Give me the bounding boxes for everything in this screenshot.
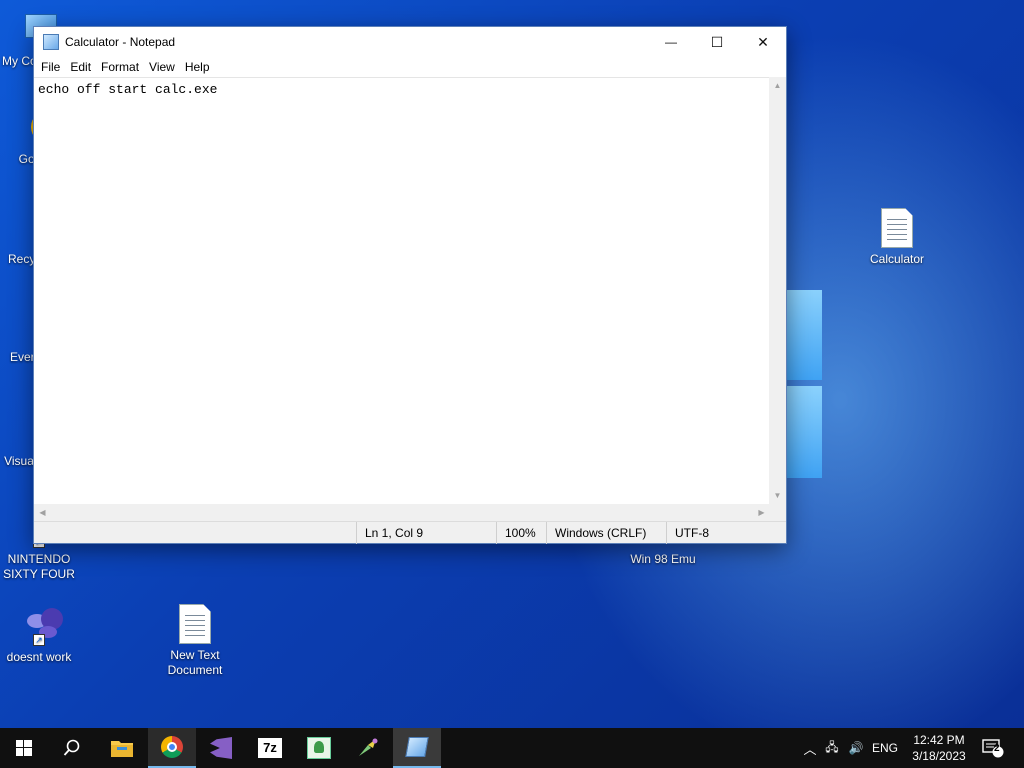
text-document-icon [877,208,917,248]
desktop-icon-doesnt-work[interactable]: ↗ doesnt work [0,606,78,665]
visual-studio-icon [210,737,232,759]
close-button[interactable]: ✕ [740,27,786,57]
editor-content[interactable]: echo off start calc.exe [34,78,770,101]
notification-count-badge: 2 [994,743,1000,754]
desktop-icon-label: Win 98 Emu [630,552,696,566]
notification-icon [982,739,1004,758]
clock-time: 12:42 PM [913,733,965,747]
notepad-icon [405,737,429,757]
scroll-up-icon[interactable]: ▲ [769,77,786,94]
desktop-icon-label: New Text Document [167,648,223,677]
status-bar: Ln 1, Col 9 100% Windows (CRLF) UTF-8 [34,521,786,544]
desktop-icon-win98-emu[interactable]: Win 98 Emu [624,552,702,567]
maximize-button[interactable]: ☐ [694,27,740,57]
text-editor[interactable]: echo off start calc.exe [34,77,770,504]
desktop-icon-label: doesnt work [6,650,72,664]
7zip-icon: 7z [258,738,282,758]
search-icon [63,739,80,756]
menu-file[interactable]: File [36,60,65,74]
language-indicator[interactable]: ENG [868,741,902,755]
taskbar-game[interactable] [344,728,392,768]
status-encoding: UTF-8 [666,522,766,544]
start-button[interactable] [0,728,48,768]
windows-start-icon [16,740,32,756]
minimize-icon: — [665,35,677,49]
taskbar-visual-studio[interactable] [197,728,245,768]
taskbar-chrome[interactable] [148,728,196,768]
network-icon[interactable]: 🖧 [820,738,844,759]
taskbar: 7z ︿ 🖧 🔊 ENG 12:42 PM 3/18/2023 2 [0,728,1024,768]
menu-help[interactable]: Help [180,60,215,74]
close-icon: ✕ [757,33,769,50]
desktop-icon-calculator[interactable]: Calculator [858,208,936,267]
project64-icon: ↗ [19,606,63,646]
taskbar-notepad[interactable] [393,728,441,768]
clock-date: 3/18/2023 [912,749,966,763]
action-center-button[interactable]: 2 [978,728,1008,768]
system-tray: ︿ 🖧 🔊 ENG [800,728,902,768]
status-zoom: 100% [496,522,546,544]
minimize-button[interactable]: — [648,27,694,57]
emulator-icon [307,737,331,759]
menu-view[interactable]: View [144,60,180,74]
horizontal-scrollbar[interactable]: ◀ ▶ [34,504,770,521]
folder-icon [111,741,133,757]
taskbar-file-explorer[interactable] [98,728,146,768]
window-title: Calculator - Notepad [65,35,176,49]
volume-icon[interactable]: 🔊 [844,741,868,755]
chrome-icon [161,736,183,758]
desktop-icon-label: Calculator [869,252,925,266]
scroll-down-icon[interactable]: ▼ [769,487,786,504]
shortcut-arrow-icon: ↗ [33,634,45,646]
maximize-icon: ☐ [710,33,724,50]
status-position: Ln 1, Col 9 [356,522,496,544]
scroll-corner [769,504,786,521]
menu-format[interactable]: Format [96,60,144,74]
menu-edit[interactable]: Edit [65,60,96,74]
title-bar[interactable]: Calculator - Notepad — ☐ ✕ [34,27,786,57]
scroll-right-icon[interactable]: ▶ [753,504,770,521]
search-button[interactable] [48,728,96,768]
chevron-up-icon[interactable]: ︿ [800,739,820,758]
scroll-left-icon[interactable]: ◀ [34,504,51,521]
game-icon [359,738,378,756]
text-document-icon [175,604,215,644]
notepad-icon [43,34,59,50]
taskbar-7zip[interactable]: 7z [246,728,294,768]
notepad-window[interactable]: Calculator - Notepad — ☐ ✕ File Edit For… [33,26,787,544]
status-line-endings: Windows (CRLF) [546,522,666,544]
desktop-icon-new-text-document[interactable]: New Text Document [156,604,234,678]
vertical-scrollbar[interactable]: ▲ ▼ [769,77,786,504]
menu-bar: File Edit Format View Help [34,57,786,77]
desktop-icon-label: NINTENDO SIXTY FOUR [3,552,75,581]
taskbar-emulator[interactable] [295,728,343,768]
clock[interactable]: 12:42 PM 3/18/2023 [906,728,972,768]
